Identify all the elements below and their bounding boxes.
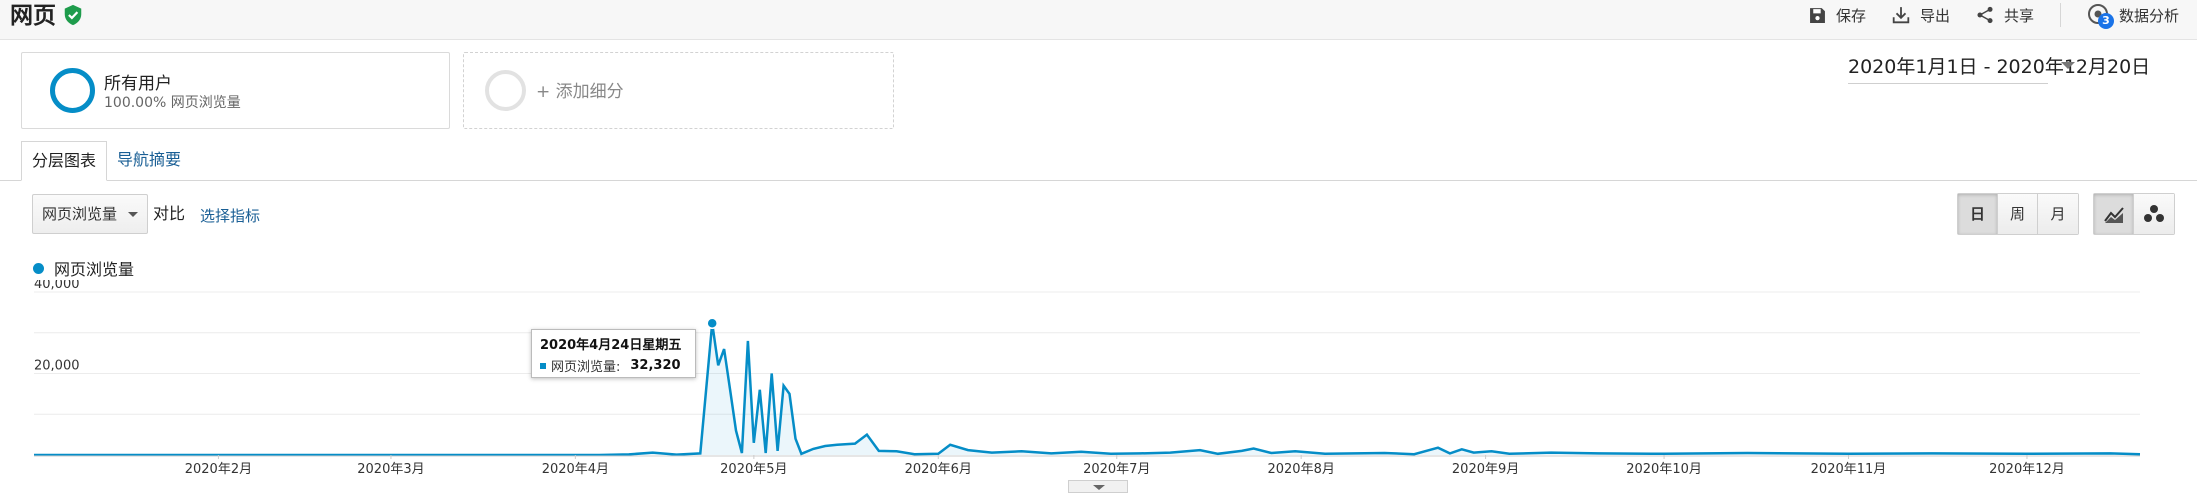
x-tick-label: 2020年7月 [1083, 462, 1150, 477]
x-tick-label: 2020年3月 [357, 462, 424, 477]
share-button[interactable]: 共享 [1976, 5, 2034, 26]
x-tick-label: 2020年2月 [185, 462, 252, 477]
legend-dot [33, 262, 44, 274]
legend-label: 网页浏览量 [54, 260, 135, 279]
x-tick-label: 2020年9月 [1452, 462, 1519, 477]
x-tick-label: 2020年8月 [1267, 462, 1334, 477]
header-actions: 保存 导出 共享 3 数据分析 [1783, 0, 2179, 30]
header-divider [2059, 3, 2061, 27]
save-label: 保存 [1835, 6, 1866, 25]
share-icon [1977, 6, 1993, 24]
x-tick-label: 2020年6月 [905, 462, 972, 477]
tab-navigation-summary[interactable]: 导航摘要 [107, 141, 191, 181]
tooltip-date: 2020年4月24日星期五 [540, 338, 682, 353]
export-label: 导出 [1919, 6, 1950, 25]
page-header: 网页 保存 导出 共享 3 数据分析 [0, 0, 2197, 40]
page-title: 网页 [10, 3, 56, 29]
highlight-point[interactable] [706, 317, 718, 330]
tooltip-swatch [540, 362, 546, 369]
insights-button[interactable]: 3 数据分析 [2087, 3, 2179, 29]
chart-legend[interactable]: 网页浏览量 [33, 256, 134, 280]
segment-all-users[interactable]: 所有用户 100.00% 网页浏览量 [21, 52, 450, 129]
segment-name: 所有用户 [104, 74, 172, 94]
motion-chart-button[interactable] [2134, 194, 2174, 234]
insights-badge: 3 [2097, 13, 2114, 29]
pageviews-chart[interactable]: 40,000 20,000 2020年2月 2020年3月 2020年4月 2020年5… [0, 280, 2197, 501]
versus-label: 对比 [153, 204, 186, 223]
add-segment-label: + 添加细分 [536, 82, 624, 102]
chart-resize-handle[interactable] [1068, 480, 1128, 493]
share-label: 共享 [2003, 6, 2034, 25]
date-range-label: 2020年1月1日 - 2020年12月20日 [1848, 56, 2151, 78]
chevron-down-icon [2061, 62, 2075, 69]
tab-explorer[interactable]: 分层图表 [21, 141, 107, 181]
chart-type-toggle [2093, 193, 2175, 235]
report-tabs: 分层图表 导航摘要 [0, 141, 2197, 181]
save-button[interactable]: 保存 [1809, 5, 1866, 26]
chart-tooltip: 2020年4月24日星期五 网页浏览量: 32,320 [531, 329, 696, 378]
choose-metric-link[interactable]: 选择指标 [200, 205, 260, 226]
line-chart-icon [2103, 207, 2124, 223]
segment-ring-icon [50, 68, 95, 113]
export-button[interactable]: 导出 [1892, 5, 1950, 26]
x-tick-label: 2020年10月 [1626, 462, 1702, 477]
insights-label: 数据分析 [2118, 6, 2179, 25]
empty-segment-ring-icon [485, 70, 526, 111]
segment-subtitle: 100.00% 网页浏览量 [104, 95, 241, 111]
pageviews-area [34, 323, 2140, 455]
bubble-chart-icon [2144, 205, 2164, 222]
verified-shield-icon [64, 4, 82, 26]
chevron-down-icon [1093, 485, 1105, 490]
y-tick-label: 20,000 [34, 359, 80, 374]
tooltip-value: 32,320 [630, 358, 681, 373]
x-tick-label: 2020年11月 [1811, 462, 1887, 477]
granularity-week-button[interactable]: 周 [1998, 194, 2038, 234]
date-range-picker[interactable]: 2020年1月1日 - 2020年12月20日 [1848, 52, 2150, 84]
add-segment-button[interactable]: + 添加细分 [463, 52, 894, 129]
x-tick-label: 2020年12月 [1989, 462, 2065, 477]
save-icon [1810, 7, 1825, 23]
granularity-month-button[interactable]: 月 [2038, 194, 2078, 234]
tooltip-row: 网页浏览量: 32,320 [540, 356, 687, 375]
granularity-day-button[interactable]: 日 [1958, 194, 1998, 234]
chart-gridlines [34, 291, 2140, 415]
caret-down-icon [128, 212, 138, 217]
download-icon [1892, 7, 1910, 24]
granularity-toggle: 日 周 月 [1957, 193, 2079, 235]
insights-icon-wrap: 3 [2087, 3, 2114, 29]
pageviews-line [34, 323, 2141, 457]
metric-select[interactable]: 网页浏览量 [32, 194, 148, 234]
y-tick-label: 40,000 [34, 280, 80, 292]
metric-select-value: 网页浏览量 [42, 205, 118, 223]
x-tick-label: 2020年4月 [542, 462, 609, 477]
tooltip-metric: 网页浏览量: [551, 360, 621, 375]
x-tick-label: 2020年5月 [720, 462, 787, 477]
line-chart-button[interactable] [2094, 194, 2134, 234]
y-axis-ticks: 40,000 20,000 [34, 280, 80, 374]
x-axis-ticks: 2020年2月 2020年3月 2020年4月 2020年5月 2020年6月 2020年… [185, 455, 2065, 477]
